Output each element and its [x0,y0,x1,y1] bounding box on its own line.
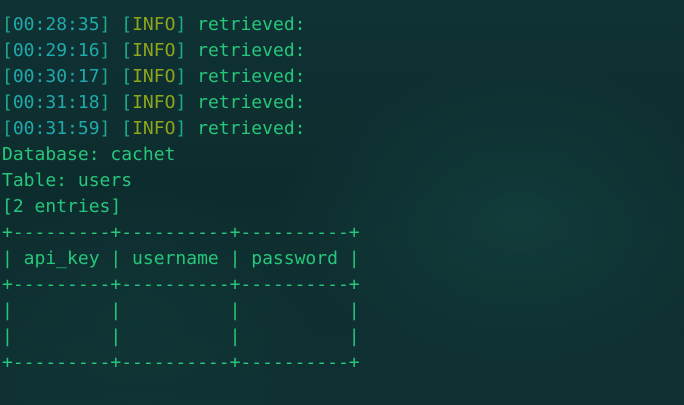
log-line: [00:31:59] [INFO] retrieved: [2,118,306,139]
database-line: Database: cachet [2,144,176,165]
log-timestamp: 00:31:18 [12,92,100,113]
log-timestamp: 00:29:16 [12,40,100,61]
log-message: retrieved: [186,118,306,139]
log-message: retrieved: [186,92,306,113]
log-message: retrieved: [186,40,306,61]
log-timestamp: 00:28:35 [12,14,100,35]
table-border-mid: +---------+----------+----------+ [2,274,360,295]
table-border-top: +---------+----------+----------+ [2,222,360,243]
log-line: [00:30:17] [INFO] retrieved: [2,66,306,87]
table-row: | | | | [2,326,360,347]
table-header-row: | api_key | username | password | [2,248,360,269]
log-line: [00:29:16] [INFO] retrieved: [2,40,306,61]
log-level: INFO [132,40,176,61]
log-line: [00:31:18] [INFO] retrieved: [2,92,306,113]
log-timestamp: 00:31:59 [12,118,100,139]
terminal-output[interactable]: [00:28:35] [INFO] retrieved: [00:29:16] … [2,12,678,376]
log-timestamp: 00:30:17 [12,66,100,87]
log-message: retrieved: [186,66,306,87]
table-row: | | | | [2,300,360,321]
log-level: INFO [132,14,176,35]
log-message: retrieved: [186,14,306,35]
log-level: INFO [132,66,176,87]
table-border-bottom: +---------+----------+----------+ [2,352,360,373]
log-line: [00:28:35] [INFO] retrieved: [2,14,306,35]
entries-line: [2 entries] [2,196,122,217]
log-level: INFO [132,118,176,139]
log-level: INFO [132,92,176,113]
table-line: Table: users [2,170,133,191]
